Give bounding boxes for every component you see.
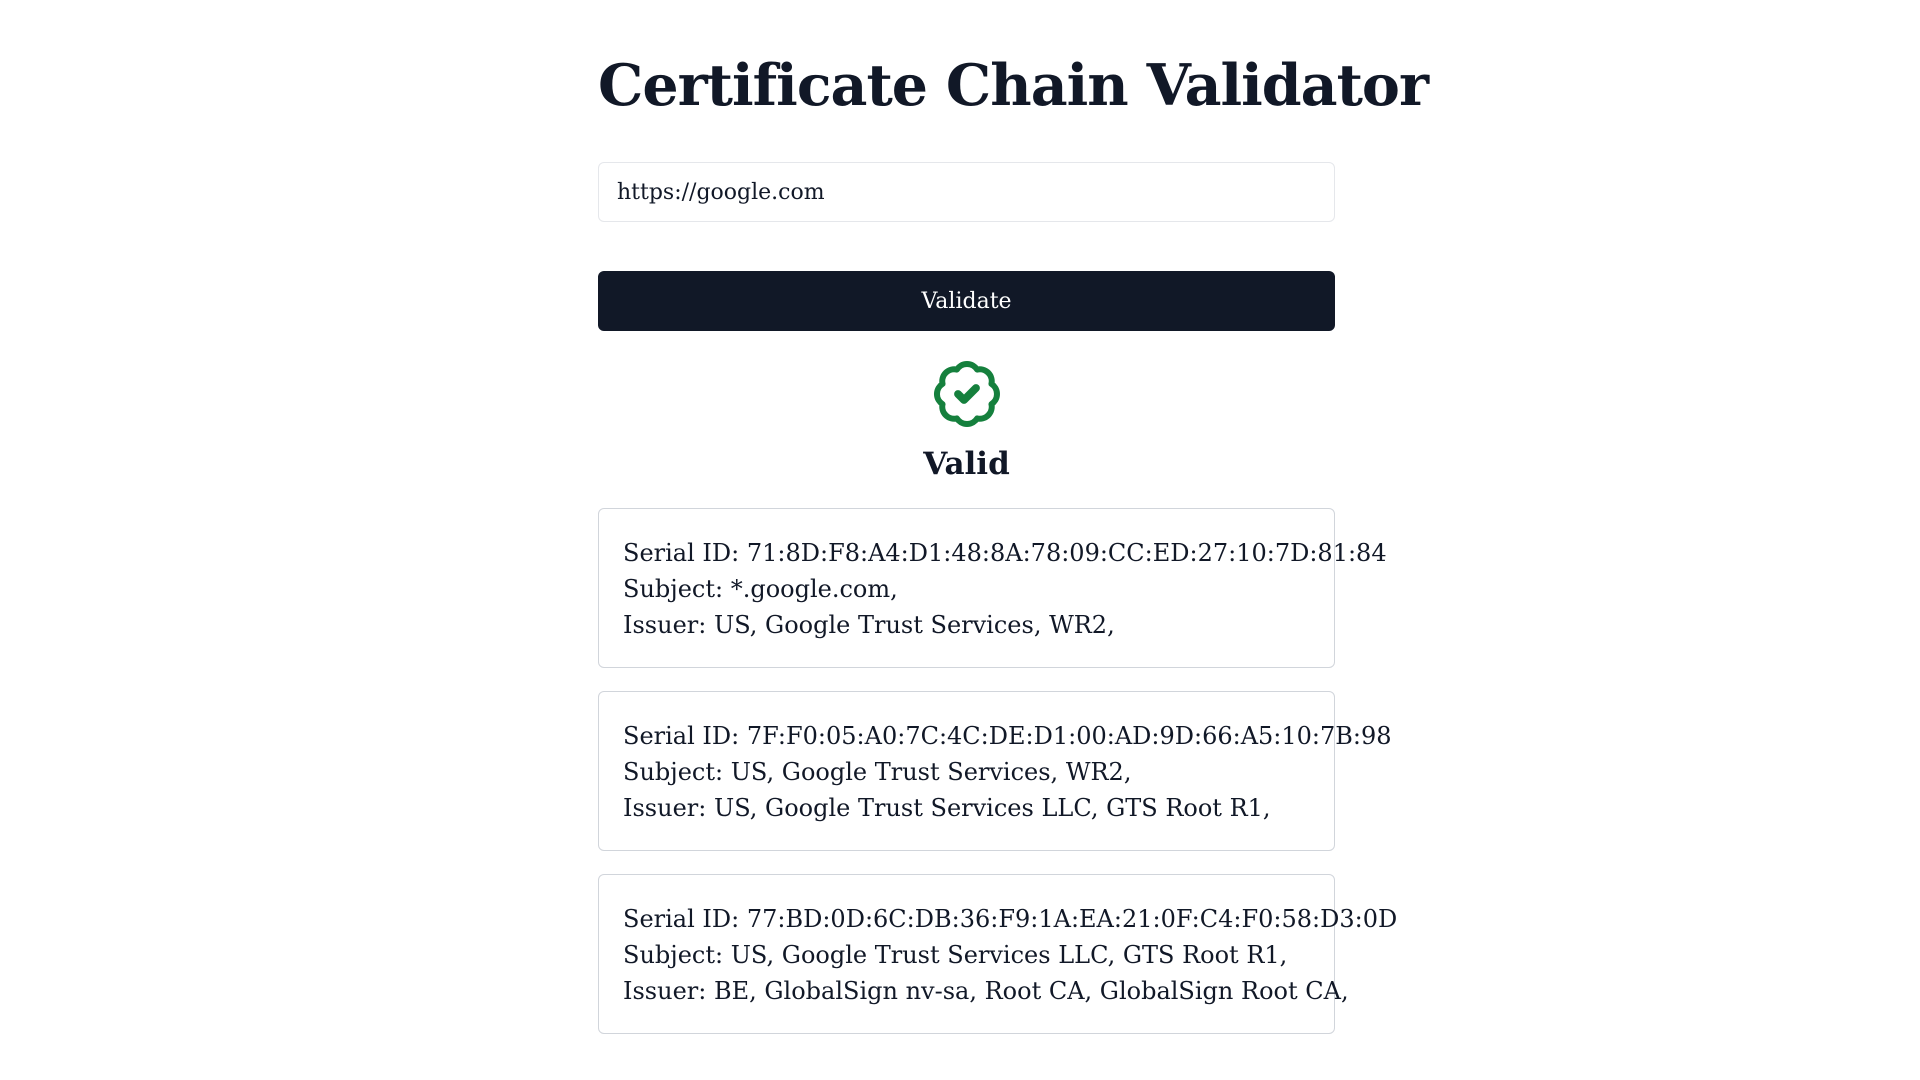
certificate-issuer: Issuer: US, Google Trust Services, WR2, xyxy=(623,611,1115,639)
certificate-serial: Serial ID: 7F:F0:05:A0:7C:4C:DE:D1:00:AD… xyxy=(623,722,1392,750)
certificate-issuer: Issuer: BE, GlobalSign nv-sa, Root CA, G… xyxy=(623,977,1349,1005)
badge-check-icon xyxy=(931,358,1003,430)
certificate-serial: Serial ID: 77:BD:0D:6C:DB:36:F9:1A:EA:21… xyxy=(623,905,1398,933)
page-title: Certificate Chain Validator xyxy=(598,52,1429,119)
certificate-subject: Subject: US, Google Trust Services LLC, … xyxy=(623,941,1288,969)
certificate-issuer: Issuer: US, Google Trust Services LLC, G… xyxy=(623,794,1271,822)
certificate-card: Serial ID: 7F:F0:05:A0:7C:4C:DE:D1:00:AD… xyxy=(598,691,1392,851)
certificate-card: Serial ID: 77:BD:0D:6C:DB:36:F9:1A:EA:21… xyxy=(598,874,1398,1034)
certificate-subject: Subject: US, Google Trust Services, WR2, xyxy=(623,758,1132,786)
certificate-card: Serial ID: 71:8D:F8:A4:D1:48:8A:78:09:CC… xyxy=(598,508,1387,668)
url-input[interactable] xyxy=(598,162,1335,222)
validate-button[interactable]: Validate xyxy=(598,271,1335,331)
certificate-serial: Serial ID: 71:8D:F8:A4:D1:48:8A:78:09:CC… xyxy=(623,539,1387,567)
certificate-subject: Subject: *.google.com, xyxy=(623,575,898,603)
status-label: Valid xyxy=(923,446,1010,482)
